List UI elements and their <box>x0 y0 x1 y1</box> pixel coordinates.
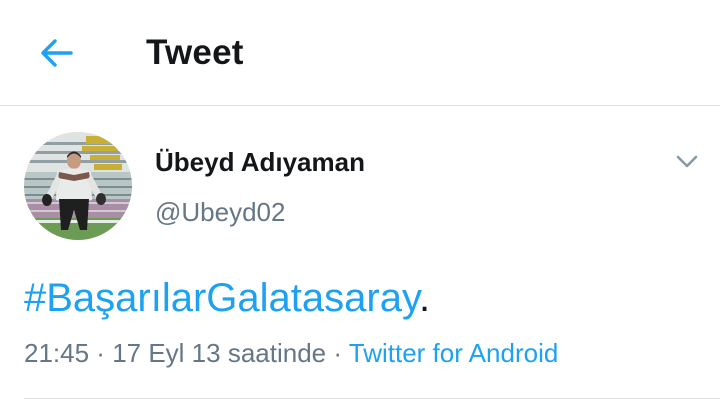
author-name[interactable]: Übeyd Adıyaman <box>155 146 365 178</box>
meta-separator: · <box>89 338 113 368</box>
tweet-date: 17 Eyl 13 saatinde <box>112 338 327 368</box>
tweet-source-link[interactable]: Twitter for Android <box>349 338 559 368</box>
back-button[interactable] <box>34 33 78 73</box>
hashtag-link[interactable]: #BaşarılarGalatasaray <box>24 276 419 320</box>
author-handle[interactable]: @Ubeyd02 <box>155 196 285 228</box>
tweet-time: 21:45 <box>24 338 90 368</box>
meta-separator: · <box>326 338 349 368</box>
avatar[interactable] <box>24 132 132 240</box>
tweet-text-suffix: . <box>419 276 431 320</box>
tweet-menu-button[interactable] <box>670 148 704 176</box>
divider <box>24 398 720 399</box>
top-bar: Tweet <box>0 0 720 106</box>
tweet-text: #BaşarılarGalatasaray. <box>24 274 430 322</box>
arrow-left-icon <box>41 39 73 67</box>
tweet-meta: 21:45 · 17 Eyl 13 saatinde · Twitter for… <box>24 336 558 370</box>
page-title: Tweet <box>146 33 244 72</box>
user-avatar-photo <box>24 132 132 240</box>
chevron-down-icon <box>676 155 698 168</box>
